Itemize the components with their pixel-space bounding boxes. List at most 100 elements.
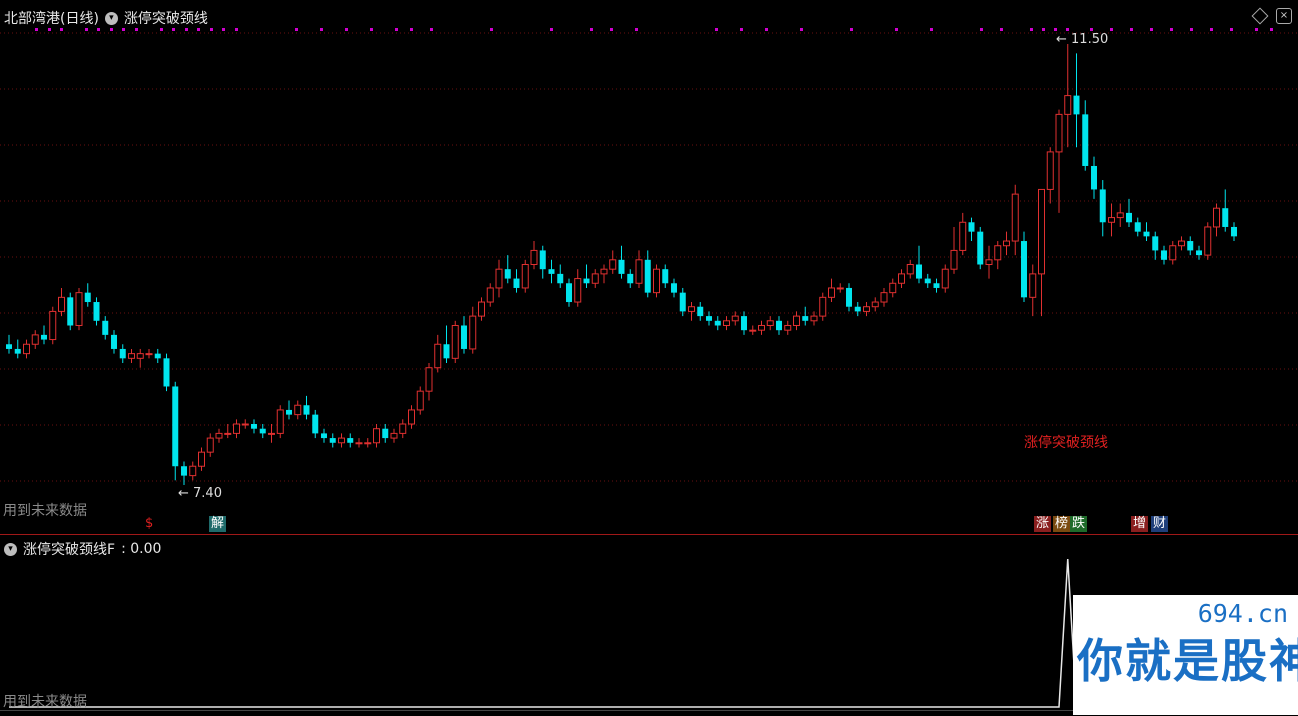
status-strip — [0, 710, 1073, 716]
candle-body — [119, 348, 126, 359]
candle — [154, 348, 161, 364]
candle-body — [390, 432, 398, 439]
candle — [251, 419, 257, 434]
signal-dot — [35, 28, 38, 31]
candle — [968, 217, 975, 242]
candle — [749, 325, 757, 335]
candle-body — [233, 423, 240, 434]
candle-body — [977, 231, 984, 265]
candle-body — [276, 409, 284, 434]
candle-body — [189, 465, 197, 477]
candle — [766, 316, 774, 331]
signal-dot — [395, 28, 398, 31]
limit-up-tag[interactable]: 涨 — [1034, 516, 1052, 532]
candle — [198, 447, 205, 471]
unlock-tag[interactable]: 解 — [209, 516, 227, 532]
diamond-icon[interactable] — [1251, 7, 1269, 25]
candle-body — [539, 250, 546, 270]
signal-dot — [172, 28, 175, 31]
candle — [679, 287, 686, 317]
signal-dot — [1150, 28, 1153, 31]
indicator-dropdown-icon[interactable]: ▾ — [4, 542, 17, 556]
candle-body — [1187, 241, 1194, 251]
candle — [1134, 217, 1141, 237]
candle-body — [557, 273, 564, 284]
indicator-label[interactable]: 涨停突破颈线F — [23, 539, 115, 559]
candle-body — [347, 438, 354, 443]
fall-tag[interactable]: 跌 — [1070, 516, 1088, 532]
candle-body — [303, 405, 310, 415]
finance-tag[interactable]: 财 — [1151, 516, 1169, 532]
candle — [828, 278, 835, 303]
signal-dot — [345, 28, 348, 31]
candle — [390, 428, 398, 443]
signal-dot — [490, 28, 493, 31]
high-price-value: 11.50 — [1071, 32, 1109, 47]
candlestick-chart[interactable] — [0, 0, 1298, 533]
future-data-note: 用到未来数据 — [3, 503, 87, 519]
candle — [1108, 203, 1115, 237]
signal-dot — [48, 28, 51, 31]
candle-body — [653, 268, 660, 294]
candle-body — [478, 301, 485, 317]
candle-body — [461, 325, 467, 349]
candle-body — [758, 324, 765, 331]
candle-body — [574, 278, 582, 303]
candle — [539, 245, 546, 279]
candle-body — [548, 269, 555, 274]
indicator-name[interactable]: 涨停突破颈线 — [124, 8, 208, 28]
candle-body — [58, 296, 65, 312]
candle-body — [583, 278, 590, 284]
candle — [671, 278, 677, 298]
signal-dot — [97, 28, 100, 31]
candle — [776, 316, 782, 335]
candle — [486, 283, 494, 307]
candle — [898, 269, 905, 288]
main-chart-pane[interactable]: 北部湾港(日线) ▾ 涨停突破颈线 × ← 7.40 ← 11.50 涨停突破颈… — [0, 0, 1298, 533]
signal-dot — [1054, 28, 1057, 31]
dollar-tag[interactable]: $ — [143, 516, 156, 532]
signal-dot — [430, 28, 433, 31]
candle — [871, 297, 879, 312]
close-icon[interactable]: × — [1276, 8, 1292, 24]
candle-body — [968, 222, 975, 232]
candle — [355, 438, 363, 448]
candle — [1143, 222, 1150, 242]
candle-body — [1091, 165, 1097, 190]
indicator-dropdown-icon[interactable]: ▾ — [104, 11, 118, 25]
candle — [312, 409, 319, 439]
candle-body — [600, 268, 608, 275]
signal-dot — [410, 28, 413, 31]
candle — [373, 424, 380, 448]
signal-dot — [1090, 28, 1093, 31]
candle — [233, 419, 240, 439]
signal-dot — [1030, 28, 1033, 31]
candle-body — [1046, 151, 1054, 190]
signal-dot — [1042, 28, 1045, 31]
candle — [145, 348, 153, 359]
candle — [933, 278, 940, 293]
candle-body — [723, 320, 730, 326]
candle — [49, 306, 57, 345]
candle — [1099, 180, 1106, 237]
candle-body — [749, 329, 757, 332]
signal-dot — [1170, 28, 1173, 31]
candle-body — [443, 344, 450, 359]
candle — [1038, 188, 1045, 317]
increase-tag[interactable]: 增 — [1131, 516, 1149, 532]
signal-dot — [135, 28, 138, 31]
candle-body — [635, 259, 643, 284]
signal-dot — [60, 28, 63, 31]
candle — [1055, 109, 1063, 213]
candle — [495, 259, 503, 298]
candle — [880, 287, 888, 307]
signal-dot — [610, 28, 613, 31]
candle — [706, 311, 712, 326]
stock-name[interactable]: 北部湾港(日线) — [4, 8, 99, 28]
candle — [443, 325, 450, 364]
candle-body — [627, 273, 634, 284]
candle-body — [206, 437, 214, 453]
candle-body — [268, 432, 275, 435]
ranking-tag[interactable]: 榜 — [1053, 516, 1071, 532]
candle — [557, 264, 564, 288]
